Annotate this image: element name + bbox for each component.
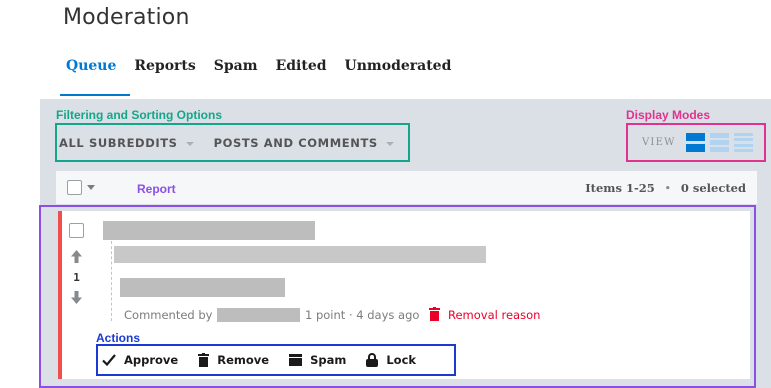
spam-button[interactable]: Spam — [289, 353, 346, 367]
moderation-actions-bar: Approve Remove Spam Lock — [96, 344, 456, 376]
display-modes-annotation-label: Display Modes — [626, 108, 711, 122]
items-count: Items 1-25 • 0 selected — [585, 181, 746, 195]
report-annotation-label: Report — [137, 182, 176, 196]
classic-view-icon[interactable] — [709, 133, 729, 152]
list-header: Report Items 1-25 • 0 selected — [56, 171, 757, 204]
display-modes-bar: VIEW — [626, 123, 766, 162]
tab-spam[interactable]: Spam — [214, 58, 258, 94]
chevron-down-icon — [185, 141, 194, 146]
remove-button[interactable]: Remove — [198, 353, 269, 367]
selected-count: 0 selected — [680, 181, 746, 195]
approve-label: Approve — [124, 353, 179, 367]
spam-icon — [289, 354, 303, 366]
lock-icon — [366, 353, 379, 367]
select-all-checkbox[interactable] — [67, 180, 82, 195]
remove-label: Remove — [217, 353, 270, 367]
lock-button[interactable]: Lock — [366, 353, 416, 367]
lock-label: Lock — [386, 353, 417, 367]
subreddit-filter-label: ALL SUBREDDITS — [59, 135, 178, 150]
compact-view-icon[interactable] — [733, 133, 753, 152]
card-view-icon[interactable] — [685, 133, 705, 152]
tab-queue[interactable]: Queue — [59, 58, 131, 96]
moderation-tabs: Queue Reports Spam Edited Unmoderated — [59, 58, 469, 96]
content-type-label: POSTS AND COMMENTS — [213, 135, 378, 150]
page-title: Moderation — [63, 5, 190, 30]
filtering-annotation-label: Filtering and Sorting Options — [56, 108, 222, 122]
approve-button[interactable]: Approve — [102, 353, 178, 367]
chevron-down-icon — [385, 141, 394, 146]
actions-annotation-label: Actions — [96, 331, 141, 345]
spam-label: Spam — [310, 353, 347, 367]
items-range: Items 1-25 — [585, 181, 655, 195]
trash-icon — [198, 353, 210, 367]
tab-unmoderated[interactable]: Unmoderated — [345, 58, 452, 94]
subreddit-filter-dropdown[interactable]: ALL SUBREDDITS — [59, 136, 194, 150]
view-label: VIEW — [642, 137, 676, 148]
tab-edited[interactable]: Edited — [276, 58, 327, 94]
select-options-chevron-icon[interactable] — [87, 185, 95, 190]
content-type-dropdown[interactable]: POSTS AND COMMENTS — [214, 136, 394, 150]
tab-reports[interactable]: Reports — [134, 58, 195, 94]
filter-sort-bar: ALL SUBREDDITS POSTS AND COMMENTS — [55, 123, 410, 162]
checkmark-icon — [102, 354, 116, 366]
separator-dot: • — [664, 181, 672, 195]
